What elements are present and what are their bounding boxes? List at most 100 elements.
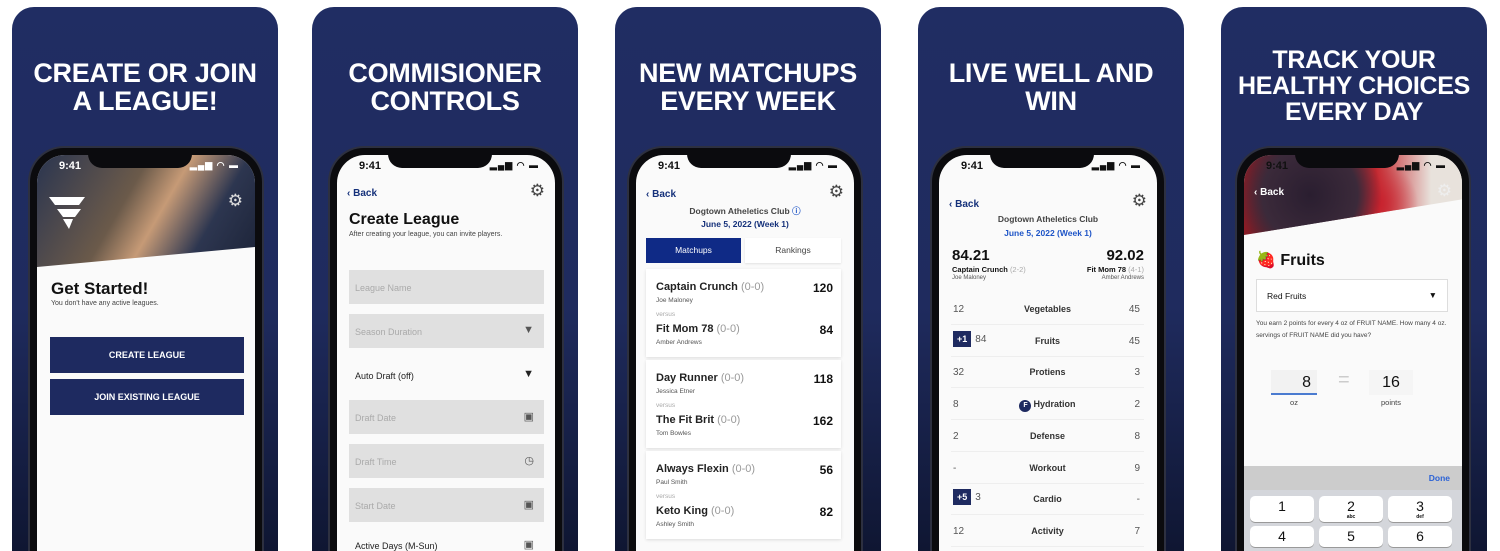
headline: LIVE WELL AND WIN bbox=[918, 59, 1184, 115]
category-name: Activity bbox=[951, 526, 1144, 536]
team-owner: Ashley Smith bbox=[656, 521, 694, 528]
keypad-key[interactable]: 5 bbox=[1319, 526, 1383, 547]
status-bar: 9:41 ▂▄▆ ◠ ▬ bbox=[337, 160, 555, 174]
back-label: Back bbox=[955, 199, 980, 210]
category-row[interactable]: 8 F Hydration 2 bbox=[951, 390, 1144, 421]
headline: TRACK YOUR HEALTHY CHOICES EVERY DAY bbox=[1221, 47, 1487, 125]
headline: COMMISIONER CONTROLS bbox=[312, 59, 578, 115]
club-name: Dogtown Atheletics Club ⓘ bbox=[636, 205, 854, 217]
week-date: June 5, 2022 (Week 1) bbox=[701, 219, 789, 229]
field-placeholder: League Name bbox=[355, 283, 412, 293]
phone-screen: 9:41 ▂▄▆ ◠ ▬ ‹ Back ⚙ Dogtown Atheletics … bbox=[636, 155, 854, 551]
team-owner: Paul Smith bbox=[656, 479, 688, 486]
keypad-key[interactable]: 2 abc bbox=[1319, 496, 1383, 522]
create-league-button[interactable]: CREATE LEAGUE bbox=[50, 337, 244, 373]
left-owner: Joe Maloney bbox=[952, 275, 987, 281]
fruit-icon: 🍓 bbox=[1256, 252, 1276, 269]
dropdown-arrow-icon: ▼ bbox=[1428, 290, 1437, 300]
settings-gear-icon[interactable]: ⚙ bbox=[829, 182, 844, 202]
settings-gear-icon[interactable]: ⚙ bbox=[1132, 191, 1147, 211]
back-button[interactable]: ‹ Back bbox=[646, 189, 676, 200]
fruit-type-select[interactable]: Red Fruits ▼ bbox=[1256, 279, 1448, 312]
headline-line: NEW MATCHUPS bbox=[639, 58, 857, 88]
team-b: The Fit Brit (0-0) bbox=[656, 414, 740, 426]
team-name: Always Flexin bbox=[656, 463, 729, 475]
draft-time-input[interactable]: Draft Time ◷ bbox=[349, 444, 544, 478]
tab-rankings[interactable]: Rankings bbox=[745, 238, 841, 263]
keypad-key[interactable]: 4 bbox=[1250, 526, 1314, 547]
team-record: (0-0) bbox=[740, 281, 765, 293]
phone-frame: 9:41 ▂▄▆ ◠ ▬ ‹ Back ⚙ 🍓 Fruits Red Fruits… bbox=[1235, 146, 1471, 551]
clock-icon: ◷ bbox=[524, 455, 534, 467]
team-a: Always Flexin (0-0) bbox=[656, 463, 755, 475]
done-button[interactable]: Done bbox=[1429, 473, 1450, 483]
category-name: Defense bbox=[951, 431, 1144, 441]
matchup-card[interactable]: Day Runner (0-0) Jessica Etner 118 versu… bbox=[646, 360, 841, 448]
status-icons: ▂▄▆ ◠ ▬ bbox=[189, 160, 239, 170]
status-time: 9:41 bbox=[961, 160, 984, 172]
right-value: 8 bbox=[1134, 430, 1140, 442]
settings-gear-icon[interactable]: ⚙ bbox=[228, 191, 243, 211]
status-bar: 9:41 ▂▄▆ ◠ ▬ bbox=[1244, 160, 1462, 174]
category-row[interactable]: 12 Activity 7 bbox=[951, 517, 1144, 547]
points-value: 16 bbox=[1369, 370, 1413, 395]
team-owner: Joe Maloney bbox=[656, 297, 693, 304]
category-row[interactable]: 2 Defense 8 bbox=[951, 422, 1144, 452]
points-label: points bbox=[1380, 398, 1401, 407]
phone-frame: 9:41 ▂▄▆ ◠ ▬ ‹ Back ⚙ Dogtown Atheletics … bbox=[627, 146, 863, 551]
settings-gear-icon[interactable]: ⚙ bbox=[530, 181, 545, 201]
back-button[interactable]: ‹ Back bbox=[347, 188, 377, 199]
phone-frame: 9:41 ▂▄▆ ◠ ▬ ‹ Back ⚙ Dogtown Atheletics … bbox=[930, 146, 1166, 551]
status-time: 9:41 bbox=[59, 160, 82, 172]
oz-input[interactable]: 8 bbox=[1271, 370, 1317, 395]
draft-date-input[interactable]: Draft Date ▣ bbox=[349, 400, 544, 434]
info-icon[interactable]: ⓘ bbox=[792, 206, 801, 216]
start-date-input[interactable]: Start Date ▣ bbox=[349, 488, 544, 522]
category-name: F Hydration bbox=[951, 399, 1144, 413]
headline-line: CREATE OR JOIN bbox=[33, 58, 257, 88]
settings-gear-icon[interactable]: ⚙ bbox=[1437, 181, 1452, 201]
category-row[interactable]: +5 3 Cardio - bbox=[951, 485, 1144, 516]
team-score: 162 bbox=[812, 414, 833, 428]
category-label: Cardio bbox=[1033, 494, 1062, 505]
phone-screen: 9:41 ▂▄▆ ◠ ▬ ‹ Back ⚙ Create League After… bbox=[337, 155, 555, 551]
keypad-key[interactable]: 1 bbox=[1250, 496, 1314, 522]
team-score: 84 bbox=[819, 323, 833, 337]
panel-live-well: LIVE WELL AND WIN 9:41 ▂▄▆ ◠ ▬ ‹ Back ⚙ Do… bbox=[918, 7, 1184, 551]
join-existing-league-button[interactable]: JOIN EXISTING LEAGUE bbox=[50, 379, 244, 415]
help-text: You earn 2 points for every 4 oz of FRUI… bbox=[1256, 320, 1447, 339]
auto-draft-select[interactable]: Auto Draft (off) ▼ bbox=[349, 358, 544, 392]
team-owner: Amber Andrews bbox=[656, 339, 702, 346]
app-logo-icon bbox=[49, 197, 85, 229]
calendar-icon: ▣ bbox=[523, 539, 534, 551]
panel-track-choices: TRACK YOUR HEALTHY CHOICES EVERY DAY 9:41 ▂… bbox=[1221, 7, 1487, 551]
page-title: Get Started! bbox=[51, 279, 149, 298]
back-button[interactable]: ‹ Back bbox=[949, 199, 979, 210]
category-label: Fruits bbox=[1034, 335, 1060, 346]
page-title: Create League bbox=[349, 211, 460, 228]
panel-create-or-join: CREATE OR JOIN A LEAGUE! 9:41 ▂▄▆ ◠ ▬ ⚙ Ge… bbox=[12, 7, 278, 551]
back-button[interactable]: ‹ Back bbox=[1254, 187, 1284, 198]
team-owner: Jessica Etner bbox=[656, 388, 696, 395]
field-placeholder: Draft Time bbox=[355, 457, 397, 467]
category-name: Cardio bbox=[951, 494, 1144, 504]
matchup-card[interactable]: Captain Crunch (0-0) Joe Maloney 120 ver… bbox=[646, 269, 841, 357]
category-row[interactable]: 12 Vegetables 45 bbox=[951, 295, 1144, 325]
matchup-card[interactable]: Always Flexin (0-0) Paul Smith 56 versus… bbox=[646, 451, 841, 539]
team-score: 118 bbox=[813, 372, 833, 386]
panel-new-matchups: NEW MATCHUPS EVERY WEEK 9:41 ▂▄▆ ◠ ▬ ‹ Bac… bbox=[615, 7, 881, 551]
league-name-input[interactable]: League Name bbox=[349, 270, 544, 304]
season-duration-select[interactable]: Season Duration ▼ bbox=[349, 314, 544, 348]
team-name: The Fit Brit bbox=[656, 414, 715, 426]
category-row[interactable]: +1 84 Fruits 45 bbox=[951, 327, 1144, 357]
category-row[interactable]: 32 Protiens 3 bbox=[951, 358, 1144, 389]
team-name: Fit Mom 78 bbox=[1086, 265, 1127, 274]
page-subtitle: You don't have any active leagues. bbox=[51, 300, 159, 307]
keypad-key[interactable]: 3 def bbox=[1388, 496, 1452, 522]
active-days-input[interactable]: Active Days (M-Sun) ▣ bbox=[349, 532, 544, 551]
tab-matchups[interactable]: Matchups bbox=[646, 238, 741, 263]
category-row[interactable]: - Workout 9 bbox=[951, 454, 1144, 484]
team-record: (0-0) bbox=[716, 323, 740, 335]
keypad-key[interactable]: 6 bbox=[1388, 526, 1452, 547]
phone-screen: 9:41 ▂▄▆ ◠ ▬ ⚙ Get Started! You don't hav… bbox=[37, 155, 255, 551]
